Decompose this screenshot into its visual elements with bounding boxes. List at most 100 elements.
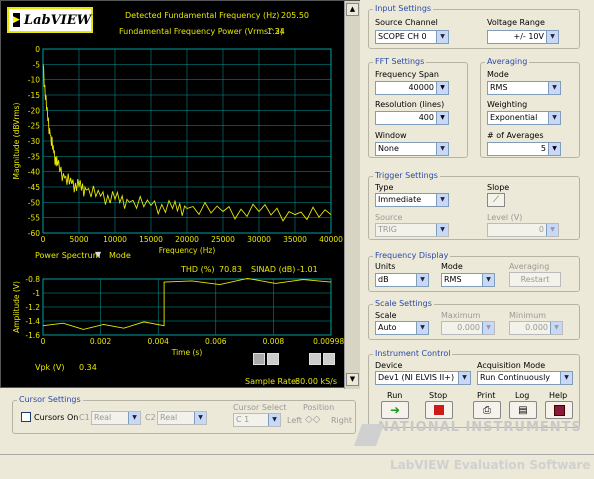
vpk-label: Vpk (V)	[35, 363, 65, 372]
scroll-up-icon[interactable]: ▲	[346, 3, 359, 16]
cursor-settings-panel: Cursor Settings Cursors On C1 Real ▼ C2 R…	[12, 395, 356, 434]
trace-line	[42, 277, 332, 330]
y-tick-label: -25	[28, 122, 40, 131]
averaging-mode-select[interactable]: RMS ▼	[487, 81, 561, 95]
printer-icon: ⎙	[483, 404, 491, 416]
voltage-range-select[interactable]: +/- 10V ▼	[487, 30, 559, 44]
stop-square-icon	[434, 405, 444, 415]
acquisition-mode-select[interactable]: Run Continuously ▼	[477, 371, 573, 385]
x-tick-label: 35000	[283, 235, 307, 244]
scale-settings-panel: Scale Settings Scale Auto ▼ Maximum 0.000…	[368, 299, 580, 340]
maximum-input[interactable]: 0.000 ▼	[441, 321, 495, 335]
evaluation-watermark: LabVIEW Evaluation Software	[390, 458, 591, 472]
trigger-source-select[interactable]: TRIG ▼	[375, 223, 449, 237]
y-tick-label: 0	[35, 45, 40, 54]
y-tick-label: -1.6	[25, 331, 40, 340]
c2-select[interactable]: Real ▼	[157, 411, 207, 425]
x-tick-label: 5000	[69, 235, 88, 244]
thd-value: 70.83	[219, 265, 242, 274]
sinad-value: -1.01	[297, 265, 318, 274]
fund-power-label: Fundamental Frequency Power (Vrms^2)	[119, 27, 284, 36]
y-tick-label: -1.4	[25, 317, 40, 326]
sample-rate-label: Sample Rate:	[245, 377, 299, 386]
y-axis-label: Amplitude (V)	[12, 281, 21, 333]
stop-button[interactable]	[425, 401, 453, 419]
y-tick-label: -35	[28, 152, 40, 161]
trigger-level-input[interactable]: 0 ▼	[487, 223, 559, 237]
fund-power-value: 1.34	[267, 27, 285, 36]
restart-button[interactable]: Restart	[509, 272, 561, 287]
minimum-input[interactable]: 0.000 ▼	[509, 321, 563, 335]
x-tick-label: 0.002	[90, 337, 112, 346]
num-averages-input[interactable]: 5 ▼	[487, 142, 561, 156]
display-mode-select[interactable]: RMS ▼	[441, 273, 495, 287]
y-axis-label: Magnitude (dBVrms)	[12, 102, 21, 179]
pan-tool-icon[interactable]	[253, 353, 265, 365]
y-tick-label: -5	[33, 60, 41, 69]
x-axis-label: Time (s)	[171, 348, 203, 357]
y-tick-label: -55	[28, 214, 40, 223]
zoom-tool-icon[interactable]	[267, 353, 279, 365]
resolution-input[interactable]: 400 ▼	[375, 111, 449, 125]
units-select[interactable]: dB ▼	[375, 273, 429, 287]
trigger-type-select[interactable]: Immediate ▼	[375, 193, 449, 207]
device-select[interactable]: Dev1 (NI ELVIS II+) ▼	[375, 371, 471, 385]
y-tick-label: -1.2	[25, 303, 40, 312]
run-arrow-icon: ➜	[389, 403, 401, 417]
scroll-down-icon[interactable]: ▼	[346, 373, 359, 386]
y-tick-label: -40	[28, 168, 40, 177]
trigger-settings-panel: Trigger Settings Type Immediate ▼ Slope ⟋…	[368, 171, 580, 240]
fund-freq-value: 205.50	[281, 11, 309, 20]
log-button[interactable]: ▤	[509, 401, 537, 419]
sinad-label: SINAD (dB)	[251, 265, 296, 274]
x-scale-icon[interactable]	[309, 353, 321, 365]
x-tick-label: 0.004	[147, 337, 169, 346]
y-tick-label: -45	[28, 183, 40, 192]
y-tick-label: -1	[33, 289, 41, 298]
weighting-select[interactable]: Exponential ▼	[487, 111, 561, 125]
help-book-icon	[553, 404, 565, 416]
plot-dropdown-icon[interactable]: ▼	[95, 250, 101, 259]
scale-select[interactable]: Auto ▼	[375, 321, 429, 335]
x-tick-label: 0.009987	[313, 337, 344, 346]
scope-display: ▶ LabVIEW Detected Fundamental Frequency…	[0, 0, 360, 389]
run-button[interactable]: ➜	[381, 401, 409, 419]
x-tick-label: 0	[41, 235, 46, 244]
scope-plots-svg: 0-5-10-15-20-25-30-35-40-45-50-55-600 500…	[12, 45, 344, 357]
source-channel-select[interactable]: SCOPE CH 0 ▼	[375, 30, 449, 44]
labview-logo: ▶ LabVIEW	[7, 7, 93, 33]
x-axis-label: Frequency (Hz)	[159, 246, 216, 255]
fund-freq-label: Detected Fundamental Frequency (Hz)	[125, 11, 280, 20]
y-tick-label: -20	[28, 106, 40, 115]
help-button[interactable]	[545, 401, 573, 419]
y-tick-label: -30	[28, 137, 40, 146]
fft-settings-panel: FFT Settings Frequency Span 40000 ▼ Resol…	[368, 57, 468, 158]
ni-watermark: NATIONAL INSTRUMENTS	[378, 420, 582, 435]
y-tick-label: -50	[28, 198, 40, 207]
frequency-span-input[interactable]: 40000 ▼	[375, 81, 449, 95]
plot-select[interactable]: Power Spectrum	[35, 251, 101, 260]
vpk-value: 0.34	[79, 363, 97, 372]
y-scale-icon[interactable]	[323, 353, 335, 365]
scope-scrollbar[interactable]: ▲ ▼	[344, 1, 360, 389]
slope-rising-icon[interactable]: ⟋	[487, 193, 505, 207]
cursors-on-checkbox[interactable]	[21, 412, 31, 422]
c1-select[interactable]: Real ▼	[91, 411, 141, 425]
x-tick-label: 30000	[247, 235, 271, 244]
print-button[interactable]: ⎙	[473, 401, 501, 419]
sample-rate-value: 80.00 kS/s	[295, 377, 338, 386]
labview-mark-icon: ▶	[13, 13, 20, 27]
plot-mode-label: Mode	[109, 251, 131, 260]
y-tick-label: -0.8	[25, 275, 40, 284]
x-tick-label: 25000	[211, 235, 235, 244]
cursor-select[interactable]: C 1 ▼	[233, 413, 281, 427]
window-select[interactable]: None ▼	[375, 142, 449, 156]
cursors-on-label: Cursors On	[34, 413, 79, 422]
y-tick-label: -60	[28, 229, 40, 238]
x-tick-label: 0	[41, 337, 46, 346]
x-tick-label: 20000	[175, 235, 199, 244]
averaging-panel: Averaging Mode RMS ▼ Weighting Exponentia…	[480, 57, 580, 158]
position-arrows-icon[interactable]: ◇◇	[305, 414, 320, 425]
x-tick-label: 10000	[103, 235, 127, 244]
x-tick-label: 0.006	[205, 337, 227, 346]
